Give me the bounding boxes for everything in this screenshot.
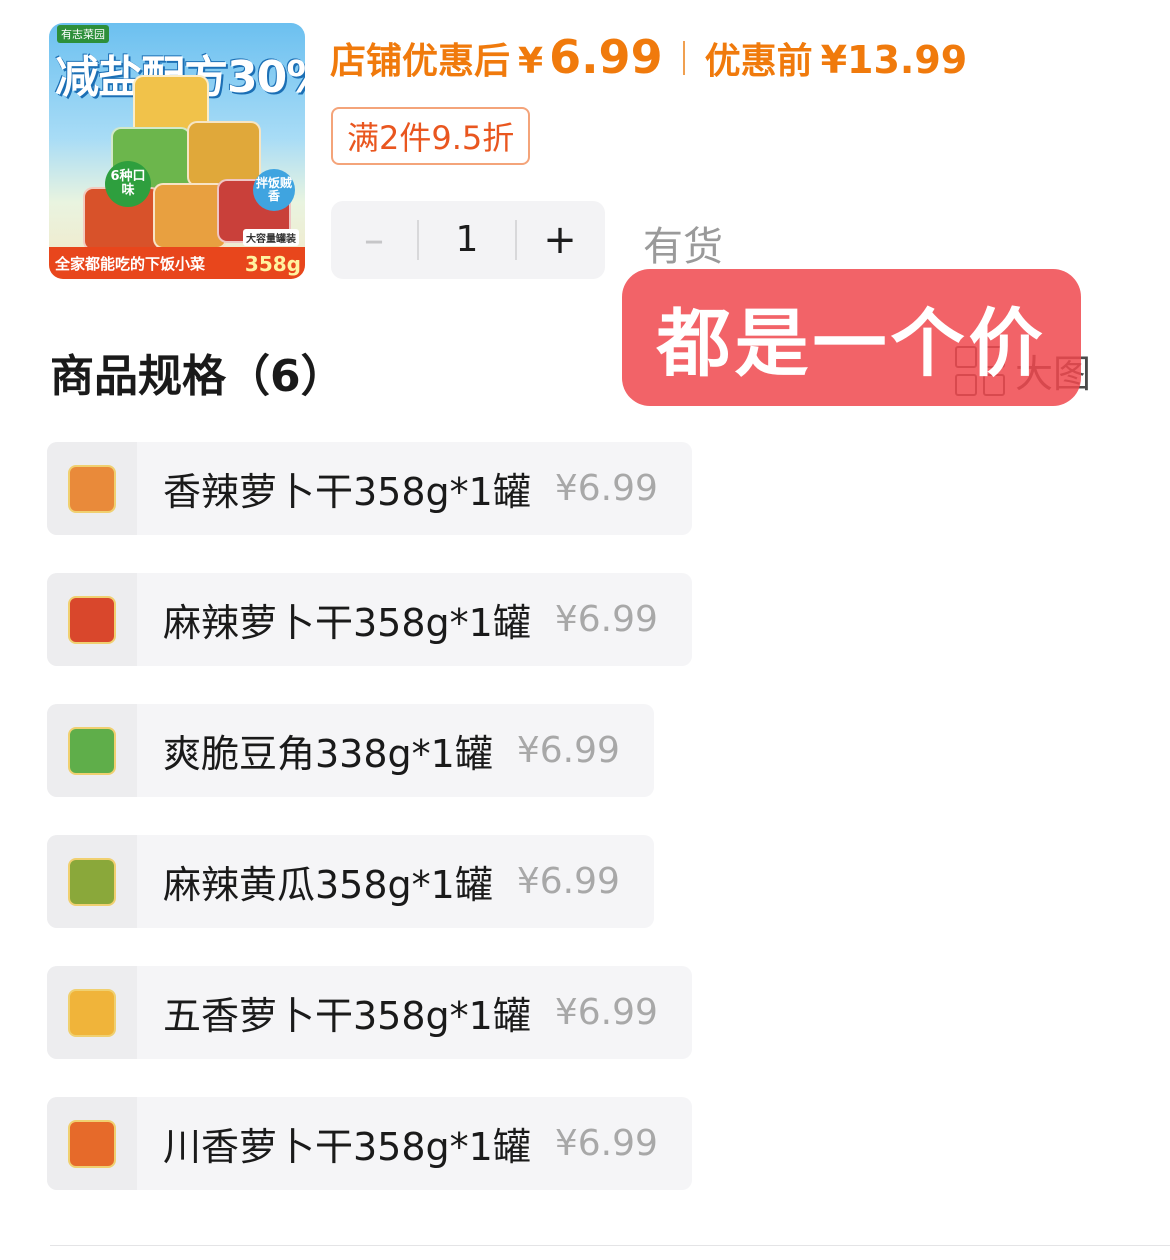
flavor-count-badge: 6种口味	[105, 161, 151, 207]
decrease-quantity-button[interactable]: –	[331, 217, 417, 263]
spec-option-price: ¥6.99	[516, 861, 620, 902]
capacity-label: 大容量罐装	[243, 229, 299, 246]
spec-option-name: 爽脆豆角338g*1罐	[163, 732, 493, 776]
spec-thumbnail	[47, 835, 137, 928]
discount-price-value: 6.99	[549, 30, 663, 84]
jar-image	[153, 183, 227, 249]
jar-image	[68, 1119, 116, 1168]
spec-option[interactable]: 麻辣萝卜干358g*1罐 ¥6.99	[47, 573, 692, 666]
spec-option-name: 五香萝卜干358g*1罐	[163, 994, 531, 1038]
spec-option-name: 川香萝卜干358g*1罐	[163, 1125, 531, 1169]
spec-option-name: 麻辣萝卜干358g*1罐	[163, 601, 531, 645]
spec-option-price: ¥6.99	[516, 730, 620, 771]
section-divider	[50, 1245, 1170, 1246]
jar-image	[68, 988, 116, 1037]
spec-thumbnail	[47, 704, 137, 797]
spec-option[interactable]: 五香萝卜干358g*1罐 ¥6.99	[47, 966, 692, 1059]
jar-image	[187, 121, 261, 187]
discount-price-label: 店铺优惠后	[330, 41, 511, 82]
promotion-tag[interactable]: 满2件9.5折	[331, 107, 531, 165]
jar-image	[68, 464, 116, 513]
spec-option-price: ¥6.99	[554, 1123, 658, 1164]
image-footer-text: 全家都能吃的下饭小菜	[55, 255, 206, 273]
spec-option-name: 香辣萝卜干358g*1罐	[163, 470, 531, 514]
quantity-stepper: – 1 +	[331, 201, 605, 279]
spec-option[interactable]: 爽脆豆角338g*1罐 ¥6.99	[47, 704, 654, 797]
spec-option-price: ¥6.99	[554, 992, 658, 1033]
same-price-annotation: 都是一个价	[622, 269, 1081, 406]
spec-thumbnail	[47, 442, 137, 535]
spec-option-price: ¥6.99	[554, 468, 658, 509]
image-weight: 358g	[244, 252, 301, 276]
spec-section-title: 商品规格（6）	[50, 351, 345, 402]
price-line: 店铺优惠后 ¥ 6.99 优惠前 ¥13.99	[330, 30, 967, 86]
spec-thumbnail	[47, 1097, 137, 1190]
spec-option[interactable]: 麻辣黄瓜358g*1罐 ¥6.99	[47, 835, 654, 928]
increase-quantity-button[interactable]: +	[517, 217, 603, 263]
spec-thumbnail	[47, 573, 137, 666]
spec-option[interactable]: 香辣萝卜干358g*1罐 ¥6.99	[47, 442, 692, 535]
original-price-label: 优惠前	[704, 41, 813, 82]
spec-thumbnail	[47, 966, 137, 1059]
jar-image	[68, 726, 116, 775]
price-divider	[682, 41, 685, 75]
spec-option-name: 麻辣黄瓜358g*1罐	[163, 863, 493, 907]
spec-option[interactable]: 川香萝卜干358g*1罐 ¥6.99	[47, 1097, 692, 1190]
product-main-image[interactable]: 有志菜园 减盐配方30%! 6种口味 拌饭贼香 大容量罐装 全家都能吃的下饭小菜…	[49, 23, 305, 279]
quantity-input[interactable]: 1	[417, 220, 517, 260]
jar-image	[68, 857, 116, 906]
annotation-text: 都是一个价	[656, 301, 1047, 387]
jar-image	[68, 595, 116, 644]
original-price-value: ¥13.99	[820, 38, 968, 82]
stock-status: 有货	[643, 224, 723, 270]
mix-rice-badge: 拌饭贼香	[253, 169, 295, 211]
currency-symbol: ¥	[518, 41, 544, 82]
spec-option-price: ¥6.99	[554, 599, 658, 640]
